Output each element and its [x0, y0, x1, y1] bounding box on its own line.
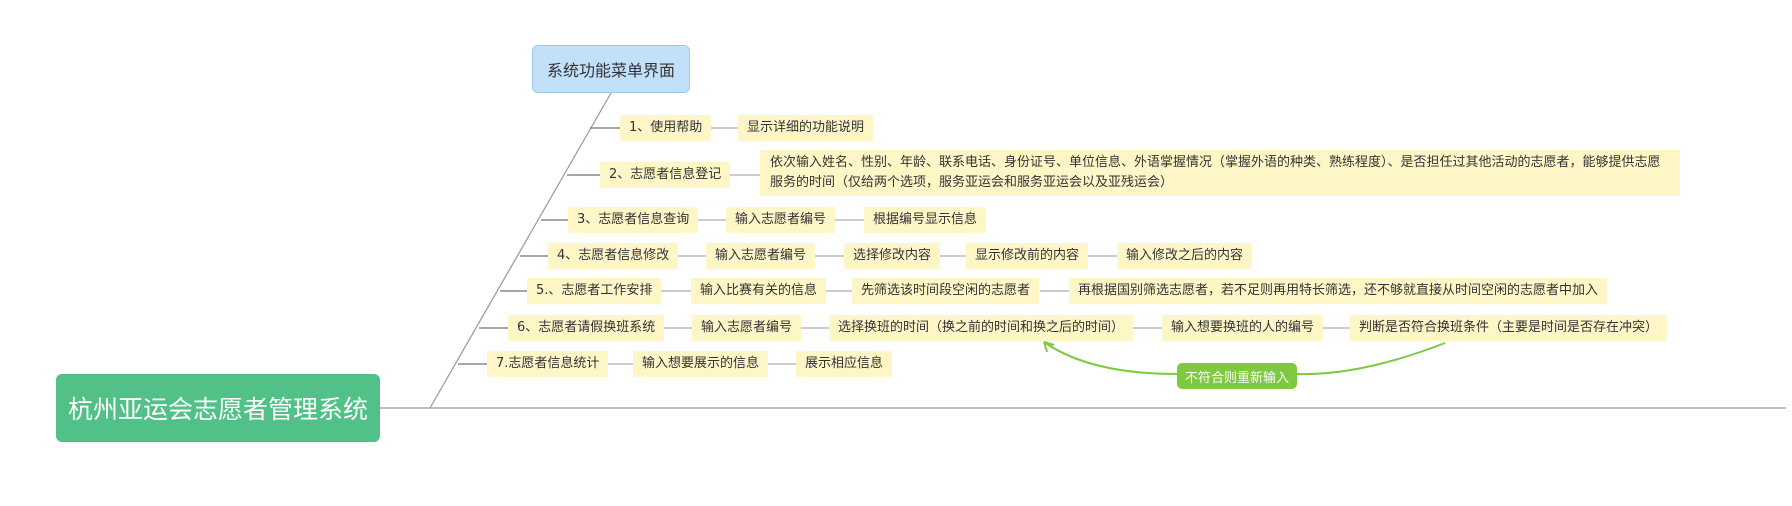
branch-3-topic[interactable]: 3、志愿者信息查询 — [568, 207, 699, 233]
branch-5-child-1[interactable]: 输入比赛有关的信息 — [691, 278, 827, 304]
menu-topic[interactable]: 系统功能菜单界面 — [532, 45, 690, 93]
branch-7-child-1[interactable]: 输入想要展示的信息 — [633, 351, 769, 377]
branch-4-topic[interactable]: 4、志愿者信息修改 — [548, 243, 679, 269]
branch-7-child-2[interactable]: 展示相应信息 — [796, 351, 893, 377]
relationship-curve-left — [1043, 341, 1178, 375]
branch-5-child-3[interactable]: 再根据国别筛选志愿者，若不足则再用特长筛选，还不够就直接从时间空闲的志愿者中加入 — [1069, 278, 1608, 304]
branch-5-topic[interactable]: 5.、志愿者工作安排 — [527, 278, 662, 304]
branch-6-topic[interactable]: 6、志愿者请假换班系统 — [508, 315, 665, 341]
branch-4-child-4[interactable]: 输入修改之后的内容 — [1117, 243, 1253, 269]
relationship-curve-right — [1296, 342, 1446, 376]
relationship-label[interactable]: 不符合则重新输入 — [1177, 363, 1297, 389]
branch-4-child-3[interactable]: 显示修改前的内容 — [966, 243, 1089, 269]
branch-4-child-1[interactable]: 输入志愿者编号 — [706, 243, 816, 269]
branch-6-child-4[interactable]: 判断是否符合换班条件（主要是时间是否存在冲突） — [1350, 315, 1668, 341]
branch-4-child-2[interactable]: 选择修改内容 — [844, 243, 941, 269]
branch-6-child-2[interactable]: 选择换班的时间（换之前的时间和换之后的时间） — [829, 315, 1134, 341]
branch-6-child-3[interactable]: 输入想要换班的人的编号 — [1162, 315, 1324, 341]
branch-1-topic[interactable]: 1、使用帮助 — [620, 115, 712, 141]
branch-7-topic[interactable]: 7.志愿者信息统计 — [487, 351, 609, 377]
branch-1-child-1[interactable]: 显示详细的功能说明 — [738, 115, 874, 141]
branch-3-child-2[interactable]: 根据编号显示信息 — [864, 207, 987, 233]
branch-6-child-1[interactable]: 输入志愿者编号 — [692, 315, 802, 341]
branch-2-child-1[interactable]: 依次输入姓名、性别、年龄、联系电话、身份证号、单位信息、外语掌握情况（掌握外语的… — [760, 150, 1680, 196]
branch-2-topic[interactable]: 2、志愿者信息登记 — [600, 162, 731, 188]
branch-5-child-2[interactable]: 先筛选该时间段空闲的志愿者 — [852, 278, 1040, 304]
central-topic[interactable]: 杭州亚运会志愿者管理系统 — [56, 374, 380, 442]
branch-3-child-1[interactable]: 输入志愿者编号 — [726, 207, 836, 233]
